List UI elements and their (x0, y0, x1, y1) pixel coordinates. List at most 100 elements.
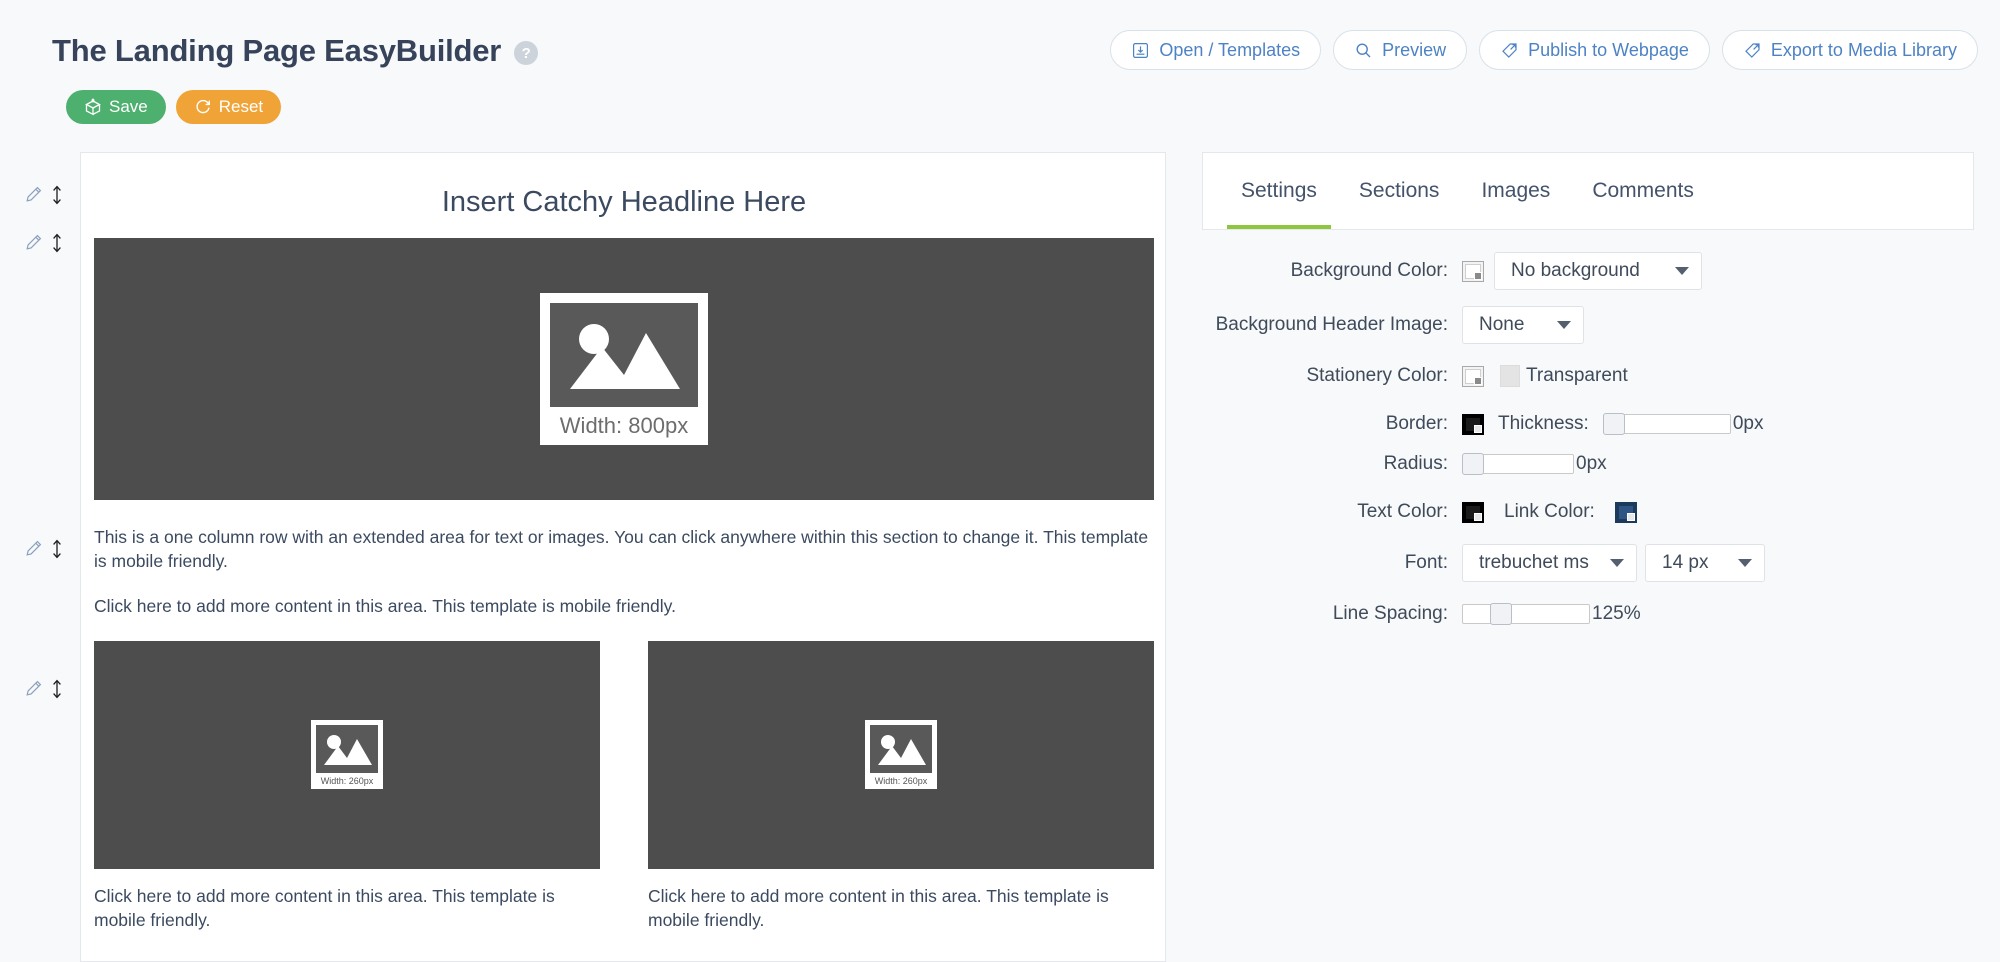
column-left[interactable]: Width: 260px Click here to add more cont… (94, 640, 600, 932)
field-text-and-link-color: Text Color: Link Color: (1202, 496, 1974, 528)
line-spacing-slider-thumb[interactable] (1490, 603, 1512, 625)
column-image-right[interactable]: Width: 260px (648, 640, 1154, 869)
chevron-down-icon (1610, 559, 1624, 567)
settings-form: Background Color: No background Backgrou… (1202, 252, 1974, 646)
tab-images-label: Images (1481, 179, 1551, 202)
section-handle-row (24, 678, 80, 704)
field-border-radius: Radius: 0px (1202, 448, 1974, 480)
help-icon[interactable]: ? (514, 41, 539, 65)
open-folder-icon (1131, 41, 1150, 60)
section-handle-row (24, 232, 80, 258)
top-bar: The Landing Page EasyBuilder ? Save Rese… (0, 0, 2000, 140)
border-thickness-label: Thickness: (1498, 413, 1589, 434)
background-header-image-label: Background Header Image: (1215, 314, 1448, 335)
image-placeholder-icon: Width: 260px (865, 720, 937, 790)
pencil-icon[interactable] (24, 539, 43, 563)
pencil-icon[interactable] (24, 233, 43, 257)
refresh-icon (194, 98, 212, 116)
move-vertical-icon[interactable] (51, 232, 63, 259)
column-right[interactable]: Width: 260px Click here to add more cont… (648, 640, 1154, 932)
title-area: The Landing Page EasyBuilder ? (52, 33, 539, 69)
pencil-icon[interactable] (24, 185, 43, 209)
preview-label: Preview (1382, 39, 1447, 60)
border-thickness-value: 0px (1732, 413, 1764, 434)
border-color-swatch-icon[interactable] (1462, 413, 1484, 435)
border-thickness-slider[interactable] (1602, 413, 1731, 435)
reset-button[interactable]: Reset (175, 90, 282, 124)
pencil-icon[interactable] (24, 679, 43, 703)
chevron-down-icon (1738, 559, 1752, 567)
background-color-swatch-icon[interactable] (1462, 260, 1484, 282)
tab-settings-label: Settings (1241, 179, 1317, 202)
body-text-section[interactable]: This is a one column row with an extende… (94, 526, 1154, 619)
panel-tabbar: Settings Sections Images Comments (1202, 152, 1974, 230)
two-column-section: Width: 260px Click here to add more cont… (94, 640, 1154, 932)
font-family-value: trebuchet ms (1479, 552, 1589, 573)
save-box-icon (84, 98, 102, 116)
move-vertical-icon[interactable] (51, 538, 63, 565)
save-button[interactable]: Save (66, 90, 166, 124)
search-icon (1354, 41, 1373, 60)
field-stationery-color: Stationery Color: Transparent (1202, 360, 1974, 392)
stationery-color-swatch-icon[interactable] (1462, 365, 1484, 387)
line-spacing-value: 125% (1592, 603, 1641, 624)
move-vertical-icon[interactable] (51, 184, 63, 211)
settings-panel: Settings Sections Images Comments Backgr… (1202, 152, 1974, 962)
tab-images[interactable]: Images (1465, 153, 1566, 229)
image-placeholder-icon: Width: 800px (540, 293, 708, 445)
column-placeholder-caption-left: Width: 260px (320, 776, 374, 787)
column-text-right: Click here to add more content in this a… (648, 885, 1109, 930)
publish-to-webpage-label: Publish to Webpage (1528, 39, 1689, 60)
body-paragraph-2: Click here to add more content in this a… (94, 596, 676, 617)
field-border: Border: Thickness: 0px (1202, 408, 1974, 440)
open-templates-button[interactable]: Open / Templates (1110, 30, 1322, 70)
background-header-image-value: None (1479, 314, 1525, 335)
primary-actions: Save Reset (66, 90, 282, 124)
line-spacing-label: Line Spacing: (1332, 603, 1448, 624)
link-color-label: Link Color: (1504, 501, 1595, 522)
canvas-content: Insert Catchy Headline Here Width: 800px… (94, 166, 1154, 932)
publish-to-webpage-button[interactable]: Publish to Webpage (1479, 30, 1710, 70)
text-color-swatch-icon[interactable] (1462, 501, 1484, 523)
export-to-media-library-label: Export to Media Library (1770, 39, 1957, 60)
column-placeholder-caption-right: Width: 260px (874, 776, 928, 787)
picture-glyph-icon (878, 735, 926, 766)
border-radius-label: Radius: (1383, 453, 1448, 474)
line-spacing-slider[interactable] (1462, 603, 1590, 625)
tab-sections[interactable]: Sections (1343, 153, 1456, 229)
background-color-select[interactable]: No background (1494, 252, 1702, 290)
section-handle-row (24, 184, 80, 210)
chevron-down-icon (1557, 321, 1571, 329)
chevron-down-icon (1675, 267, 1689, 275)
toolbar-actions: Open / Templates Preview Publish to Webp… (1110, 30, 1978, 70)
field-font: Font: trebuchet ms 14 px (1202, 544, 1974, 582)
font-family-select[interactable]: trebuchet ms (1462, 544, 1637, 582)
body-paragraph-1: This is a one column row with an extende… (94, 527, 1149, 571)
move-vertical-icon[interactable] (51, 678, 63, 705)
export-to-media-library-button[interactable]: Export to Media Library (1721, 30, 1978, 70)
border-radius-slider-thumb[interactable] (1462, 453, 1484, 475)
background-header-image-select[interactable]: None (1462, 306, 1584, 344)
field-line-spacing: Line Spacing: 125% (1202, 598, 1974, 630)
tab-settings[interactable]: Settings (1225, 153, 1333, 229)
hero-image-section[interactable]: Width: 800px (94, 238, 1154, 500)
open-templates-label: Open / Templates (1159, 39, 1301, 60)
border-radius-slider[interactable] (1462, 453, 1574, 475)
preview-button[interactable]: Preview (1333, 30, 1468, 70)
page-title: The Landing Page EasyBuilder (52, 33, 502, 68)
font-size-select[interactable]: 14 px (1645, 544, 1765, 582)
tab-comments[interactable]: Comments (1576, 153, 1710, 229)
reset-button-label: Reset (218, 97, 264, 116)
headline-section[interactable]: Insert Catchy Headline Here (94, 166, 1154, 238)
link-color-swatch-icon[interactable] (1614, 501, 1637, 523)
page-canvas[interactable]: Insert Catchy Headline Here Width: 800px… (80, 152, 1166, 962)
border-thickness-slider-thumb[interactable] (1602, 413, 1625, 435)
field-background-color: Background Color: No background (1202, 252, 1974, 290)
headline-text: Insert Catchy Headline Here (441, 185, 807, 218)
column-image-left[interactable]: Width: 260px (94, 640, 600, 869)
background-color-value: No background (1511, 260, 1640, 281)
section-handle-row (24, 538, 80, 564)
save-button-label: Save (109, 97, 148, 116)
stationery-color-value: Transparent (1526, 365, 1628, 386)
landing-page-builder-app: The Landing Page EasyBuilder ? Save Rese… (0, 0, 2000, 962)
